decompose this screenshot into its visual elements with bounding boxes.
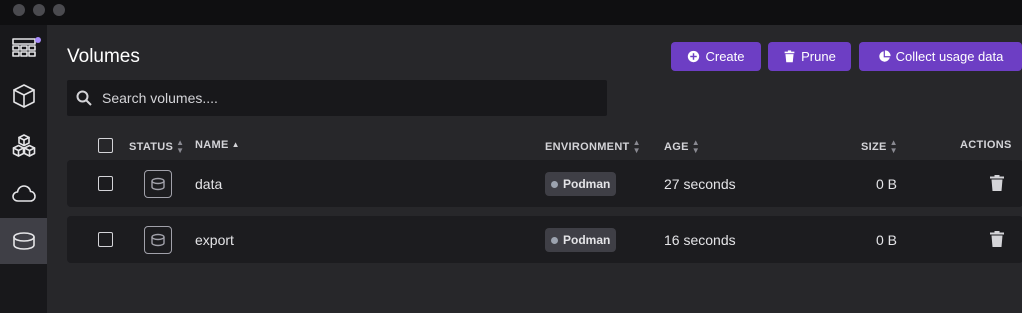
minimize-window-dot[interactable] [33, 4, 45, 16]
row-checkbox[interactable] [98, 176, 113, 191]
database-icon [151, 233, 165, 247]
column-actions-label: ACTIONS [960, 139, 1012, 151]
column-name-label: NAME [195, 139, 229, 151]
prune-button[interactable]: Prune [768, 42, 851, 71]
environment-label: Podman [563, 177, 611, 191]
collect-button-label: Collect usage data [895, 49, 1004, 64]
volume-size: 0 B [876, 176, 898, 192]
close-window-dot[interactable] [13, 4, 25, 16]
prune-button-label: Prune [801, 49, 836, 64]
collect-usage-data-button[interactable]: Collect usage data [859, 42, 1022, 71]
column-header-status[interactable]: STATUS ▲ ▼ [129, 139, 184, 155]
trash-icon [784, 50, 795, 63]
notification-dot [35, 37, 41, 43]
plus-circle-icon [688, 50, 700, 63]
delete-button[interactable] [990, 231, 1004, 252]
database-icon [151, 177, 165, 191]
sidebar-item-pods[interactable] [0, 171, 47, 217]
environment-badge: Podman [545, 228, 617, 252]
trash-icon [990, 175, 1004, 191]
sidebar [0, 25, 47, 313]
sidebar-item-containers[interactable] [0, 73, 47, 119]
column-header-size[interactable]: SIZE ▲ ▼ [861, 139, 898, 155]
status-dot [551, 236, 558, 244]
volume-name[interactable]: data [195, 176, 222, 192]
pie-chart-icon [878, 50, 891, 62]
column-header-environment[interactable]: ENVIRONMENT ▲ ▼ [545, 139, 641, 155]
row-checkbox[interactable] [98, 232, 113, 247]
sort-icon: ▲ ▼ [889, 138, 898, 155]
environment-badge: Podman [545, 172, 617, 196]
volume-age: 16 seconds [664, 232, 736, 248]
cloud-icon [11, 185, 36, 202]
main-content: Volumes Create Prune Collect usage data … [47, 25, 1022, 313]
search-icon [76, 90, 92, 106]
sort-ascending-icon: ▲ [231, 140, 240, 149]
volume-name[interactable]: export [195, 232, 234, 248]
page-title: Volumes [67, 46, 140, 67]
volume-size: 0 B [876, 232, 898, 248]
sort-icon: ▲ ▼ [691, 138, 700, 155]
select-all-checkbox[interactable] [98, 138, 113, 153]
sort-icon: ▲ ▼ [176, 138, 185, 155]
delete-button[interactable] [990, 175, 1004, 196]
create-button[interactable]: Create [671, 42, 761, 71]
volume-status-icon [144, 170, 172, 198]
column-size-label: SIZE [861, 141, 887, 153]
search-bar[interactable] [67, 80, 607, 116]
column-header-name[interactable]: NAME ▲ [195, 139, 240, 151]
column-status-label: STATUS [129, 141, 174, 153]
sidebar-item-images[interactable] [0, 123, 47, 169]
column-header-age[interactable]: AGE ▲ ▼ [664, 139, 700, 155]
volume-age: 27 seconds [664, 176, 736, 192]
volume-status-icon [144, 226, 172, 254]
column-environment-label: ENVIRONMENT [545, 141, 630, 153]
containers-icon [12, 84, 35, 108]
column-age-label: AGE [664, 141, 689, 153]
search-input[interactable] [102, 90, 582, 106]
sort-icon: ▲ ▼ [632, 138, 641, 155]
images-icon [12, 134, 35, 157]
maximize-window-dot[interactable] [53, 4, 65, 16]
environment-label: Podman [563, 233, 611, 247]
window-titlebar [0, 0, 1022, 25]
dashboard-icon [11, 38, 36, 57]
column-header-actions: ACTIONS [960, 139, 1012, 151]
sidebar-item-volumes[interactable] [0, 218, 47, 264]
trash-icon [990, 231, 1004, 247]
volumes-icon [12, 232, 35, 250]
create-button-label: Create [705, 49, 745, 64]
status-dot [551, 180, 558, 188]
sidebar-item-dashboard[interactable] [0, 25, 47, 71]
